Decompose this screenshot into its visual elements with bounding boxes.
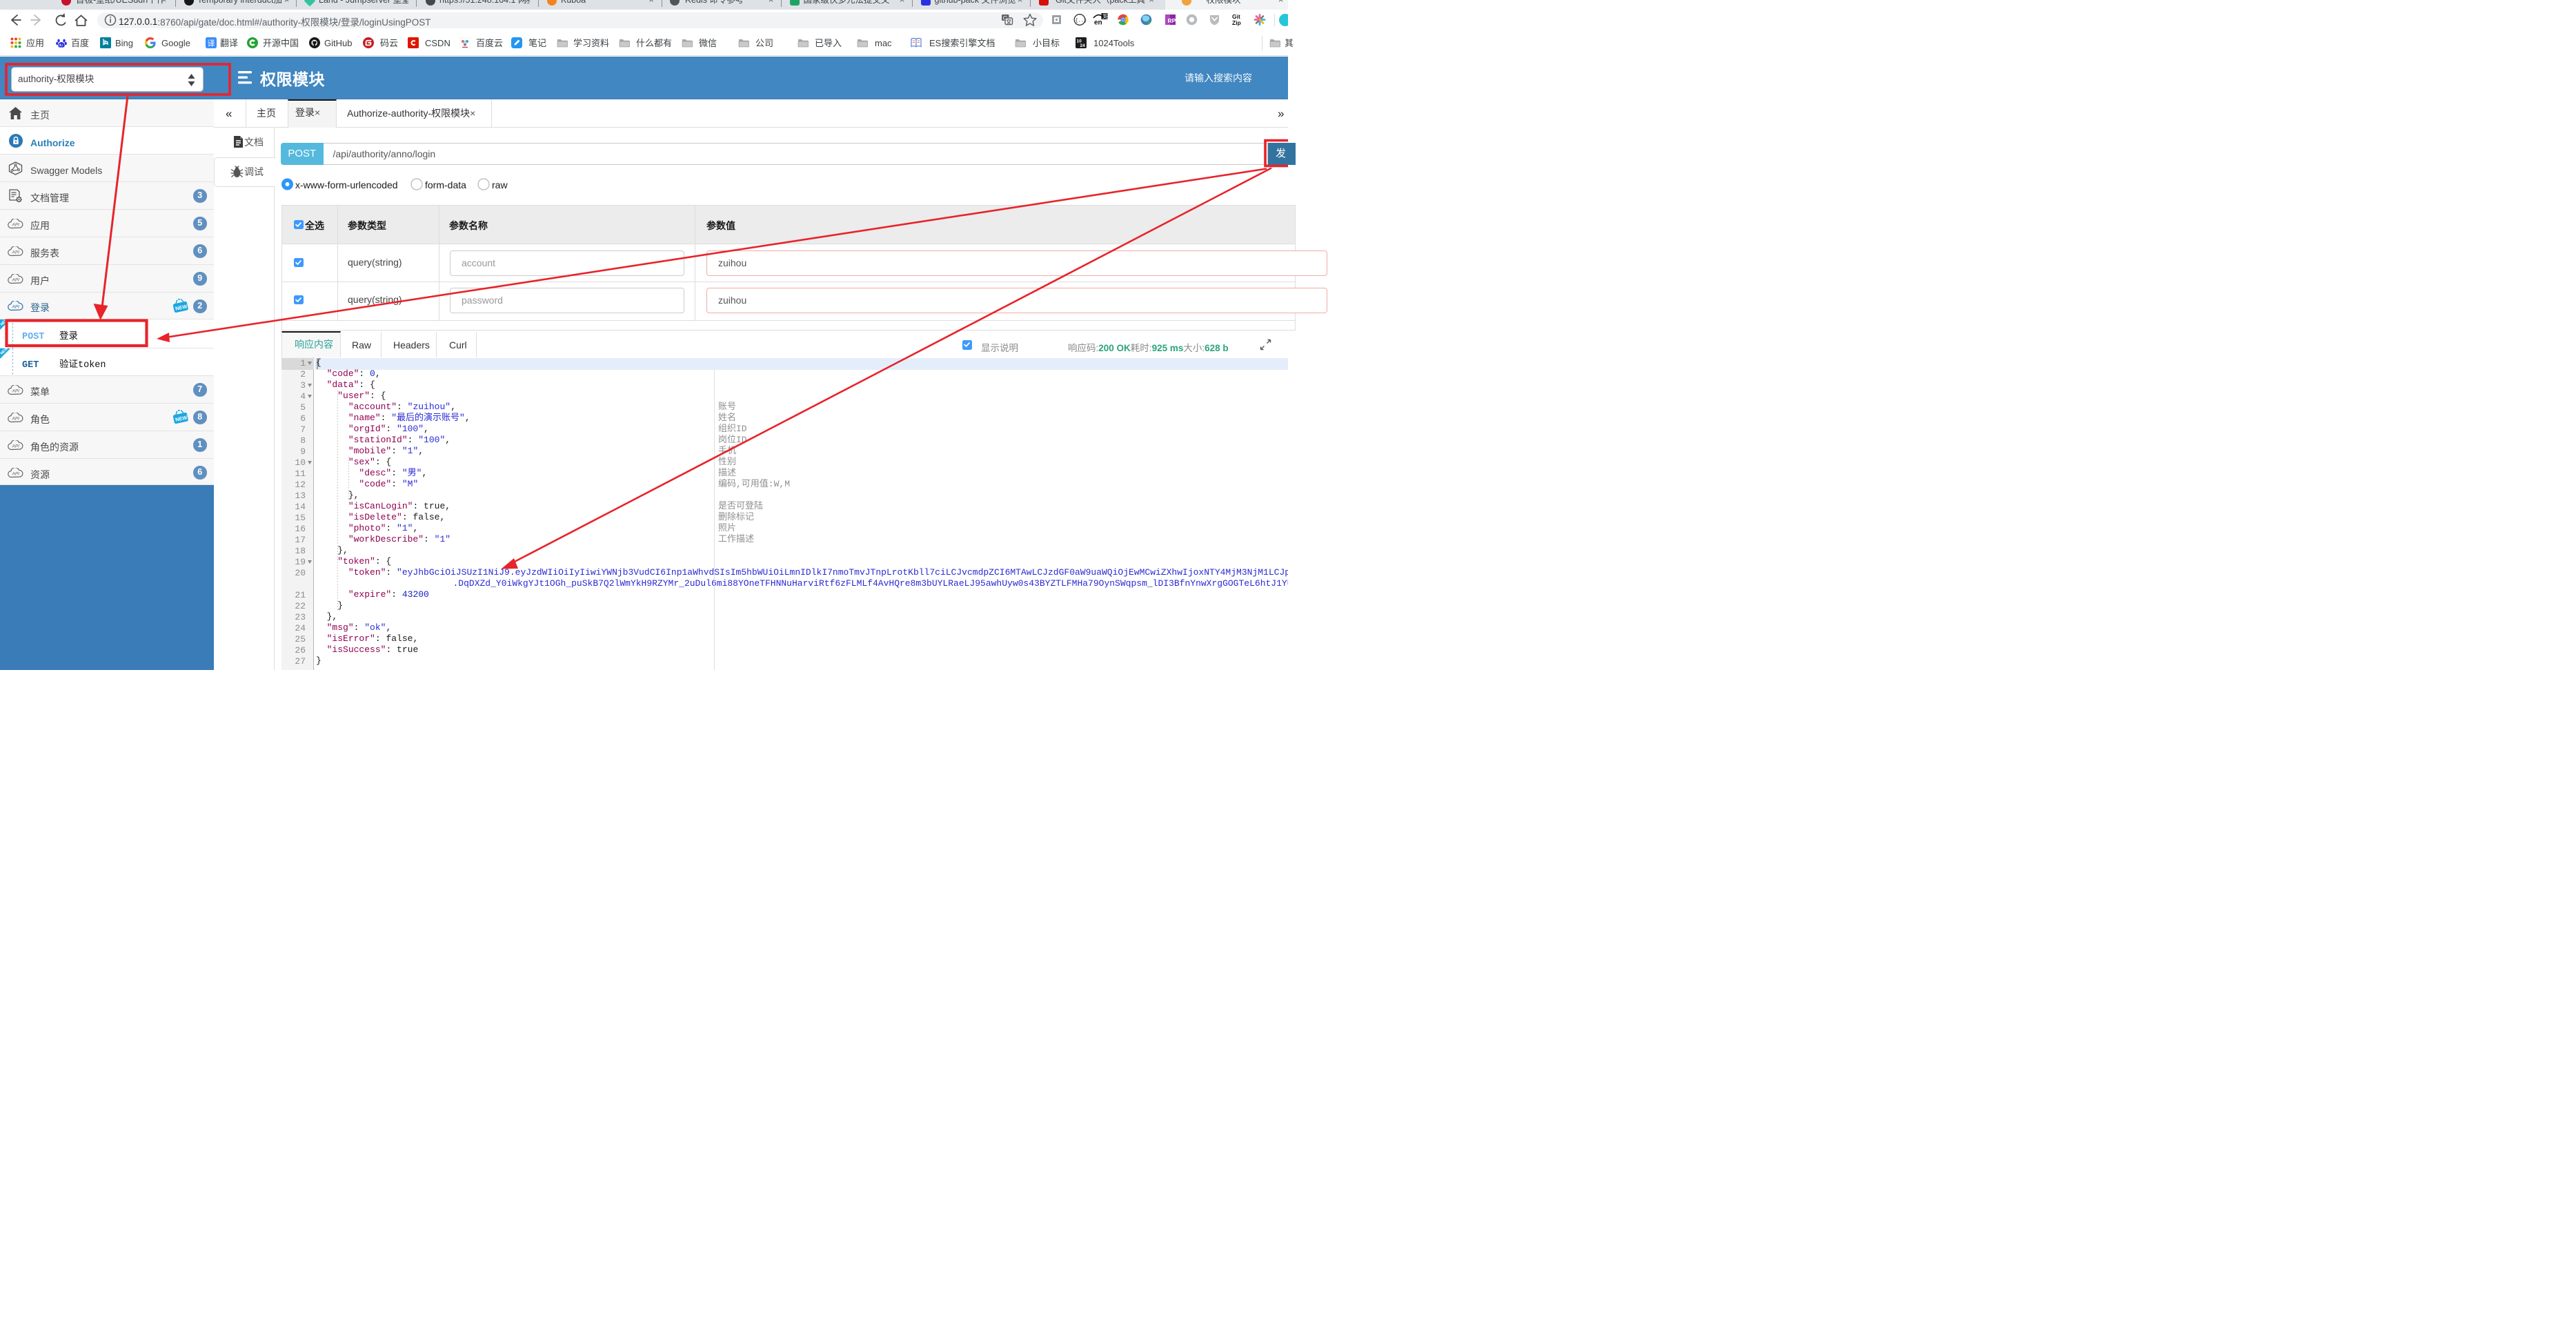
svg-text:Zip: Zip xyxy=(1232,19,1241,26)
svg-text:{..}: {..} xyxy=(1076,19,1087,24)
svg-text:API: API xyxy=(12,444,20,449)
svg-text:译: 译 xyxy=(208,39,215,48)
svg-text:24: 24 xyxy=(1080,43,1086,48)
svg-text:API: API xyxy=(12,250,20,255)
svg-text:API: API xyxy=(12,472,20,477)
svg-text:API: API xyxy=(12,389,20,394)
svg-text:du: du xyxy=(59,43,63,48)
svg-text:API: API xyxy=(12,417,20,422)
svg-text:API: API xyxy=(12,223,20,228)
svg-text:RP: RP xyxy=(1168,17,1176,24)
svg-text:API: API xyxy=(12,305,20,310)
svg-text:API: API xyxy=(12,278,20,283)
svg-text:en: en xyxy=(1094,19,1102,27)
